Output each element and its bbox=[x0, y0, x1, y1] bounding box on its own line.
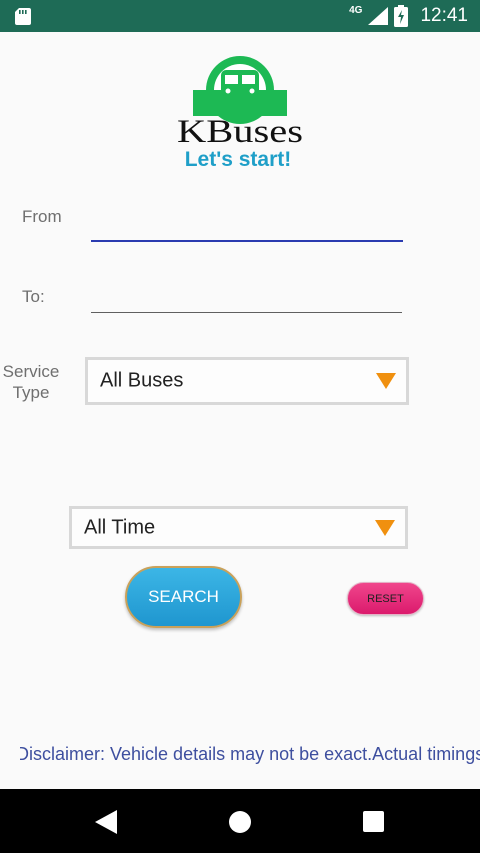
service-type-value: All Buses bbox=[100, 369, 184, 392]
recent-apps-icon[interactable] bbox=[363, 811, 384, 832]
service-type-dropdown[interactable]: All Buses bbox=[85, 357, 409, 405]
dropdown-arrow-icon bbox=[376, 373, 396, 389]
back-icon[interactable] bbox=[95, 810, 117, 834]
network-type-label: 4G bbox=[349, 4, 363, 16]
reset-button[interactable]: RESET bbox=[347, 582, 424, 615]
navigation-bar bbox=[0, 789, 480, 853]
dropdown-arrow-icon bbox=[375, 519, 395, 536]
logo-text: KBuses bbox=[177, 114, 303, 148]
service-type-label-line1: Service bbox=[2, 362, 60, 381]
battery-charging-icon bbox=[394, 5, 409, 27]
disclaimer-text: Disclaimer: Vehicle details may not be e… bbox=[20, 744, 480, 764]
to-label: To: bbox=[22, 287, 45, 306]
service-type-label: Service Type bbox=[0, 361, 62, 403]
status-bar: 4G 12:41 bbox=[0, 0, 480, 32]
tagline: Let's start! bbox=[184, 148, 292, 171]
sd-card-icon bbox=[15, 8, 31, 25]
to-input[interactable] bbox=[91, 284, 402, 313]
from-input[interactable] bbox=[91, 210, 403, 242]
time-value: All Time bbox=[84, 516, 156, 538]
service-type-label-line2: Type bbox=[12, 383, 50, 402]
disclaimer-marquee: Disclaimer: Vehicle details may not be e… bbox=[20, 744, 480, 770]
time-dropdown[interactable]: All Time bbox=[69, 506, 408, 549]
signal-icon bbox=[368, 7, 389, 25]
kbuses-logo: KBuses bbox=[177, 56, 303, 148]
home-icon[interactable] bbox=[228, 810, 252, 834]
search-button[interactable]: SEARCH bbox=[125, 566, 242, 628]
from-label: From bbox=[22, 207, 62, 226]
status-time: 12:41 bbox=[420, 5, 468, 26]
